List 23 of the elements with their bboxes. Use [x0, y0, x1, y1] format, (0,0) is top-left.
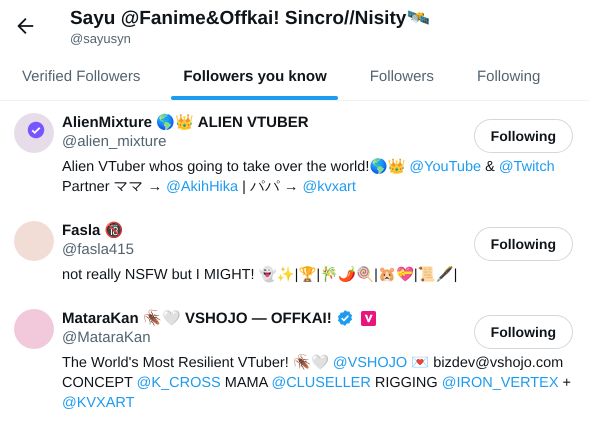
- user-bio: Alien VTuber whos going to take over the world!🌎👑 @YouTube & @Twitch Partner ママ → @AkihHika | パパ → @kvxart: [62, 157, 556, 197]
- following-button[interactable]: Following: [474, 119, 573, 153]
- avatar: [14, 221, 54, 261]
- user-name[interactable]: AlienMixture 🌎👑 ALIEN VTUBER: [62, 113, 309, 131]
- user-bio: not really NSFW but I MIGHT! 👻✨|🏆|🎋🌶🍭|🐹💝|📜🖋|: [62, 265, 458, 285]
- user-row[interactable]: AlienMixture 🌎👑 ALIEN VTUBER @alien_mixture Following Alien VTuber whos going to take over the world!🌎👑 @YouTube & @Twitch Partner ママ → @AkihHika | パパ → @kvxart: [0, 101, 589, 209]
- tab[interactable]: Following: [464, 52, 552, 100]
- user-row[interactable]: Fasla 🔞 @fasla415 Following not really NSFW but I MIGHT! 👻✨|🏆|🎋🌶🍭|🐹💝|📜🖋|: [0, 209, 589, 297]
- tab[interactable]: Followers: [358, 52, 445, 100]
- following-button[interactable]: Following: [474, 315, 573, 349]
- user-handle[interactable]: @fasla415: [62, 241, 134, 258]
- avatar: [14, 309, 54, 349]
- user-handle[interactable]: @MataraKan: [62, 329, 376, 346]
- tab[interactable]: Followers you know: [171, 52, 338, 100]
- user-name[interactable]: Fasla 🔞: [62, 221, 124, 239]
- user-row[interactable]: MataraKan 🪳🤍 VSHOJO — OFFKAI! @MataraKan Following The World's Most Resilient VTuber! 🪳🤍 @VSHOJO 💌 bizdev@vshojo.com CONCEPT @K_CROSS MAMA @CLUSELLER RIGGING @IRON_VERTEX + @KVXART: [0, 297, 589, 425]
- user-name[interactable]: MataraKan 🪳🤍 VSHOJO — OFFKAI!: [62, 309, 332, 327]
- profile-handle: @sayusyn: [70, 31, 132, 46]
- following-button[interactable]: Following: [474, 227, 573, 261]
- user-handle[interactable]: @alien_mixture: [62, 133, 309, 150]
- tab[interactable]: Verified Followers: [10, 52, 152, 100]
- profile-name: Sayu @Fanime&Offkai! Sincro//Nisity🛰: [70, 7, 430, 30]
- user-bio: The World's Most Resilient VTuber! 🪳🤍 @VSHOJO 💌 bizdev@vshojo.com CONCEPT @K_CROSS MAMA @CLUSELLER RIGGING @IRON_VERTEX + @KVXART: [62, 353, 572, 413]
